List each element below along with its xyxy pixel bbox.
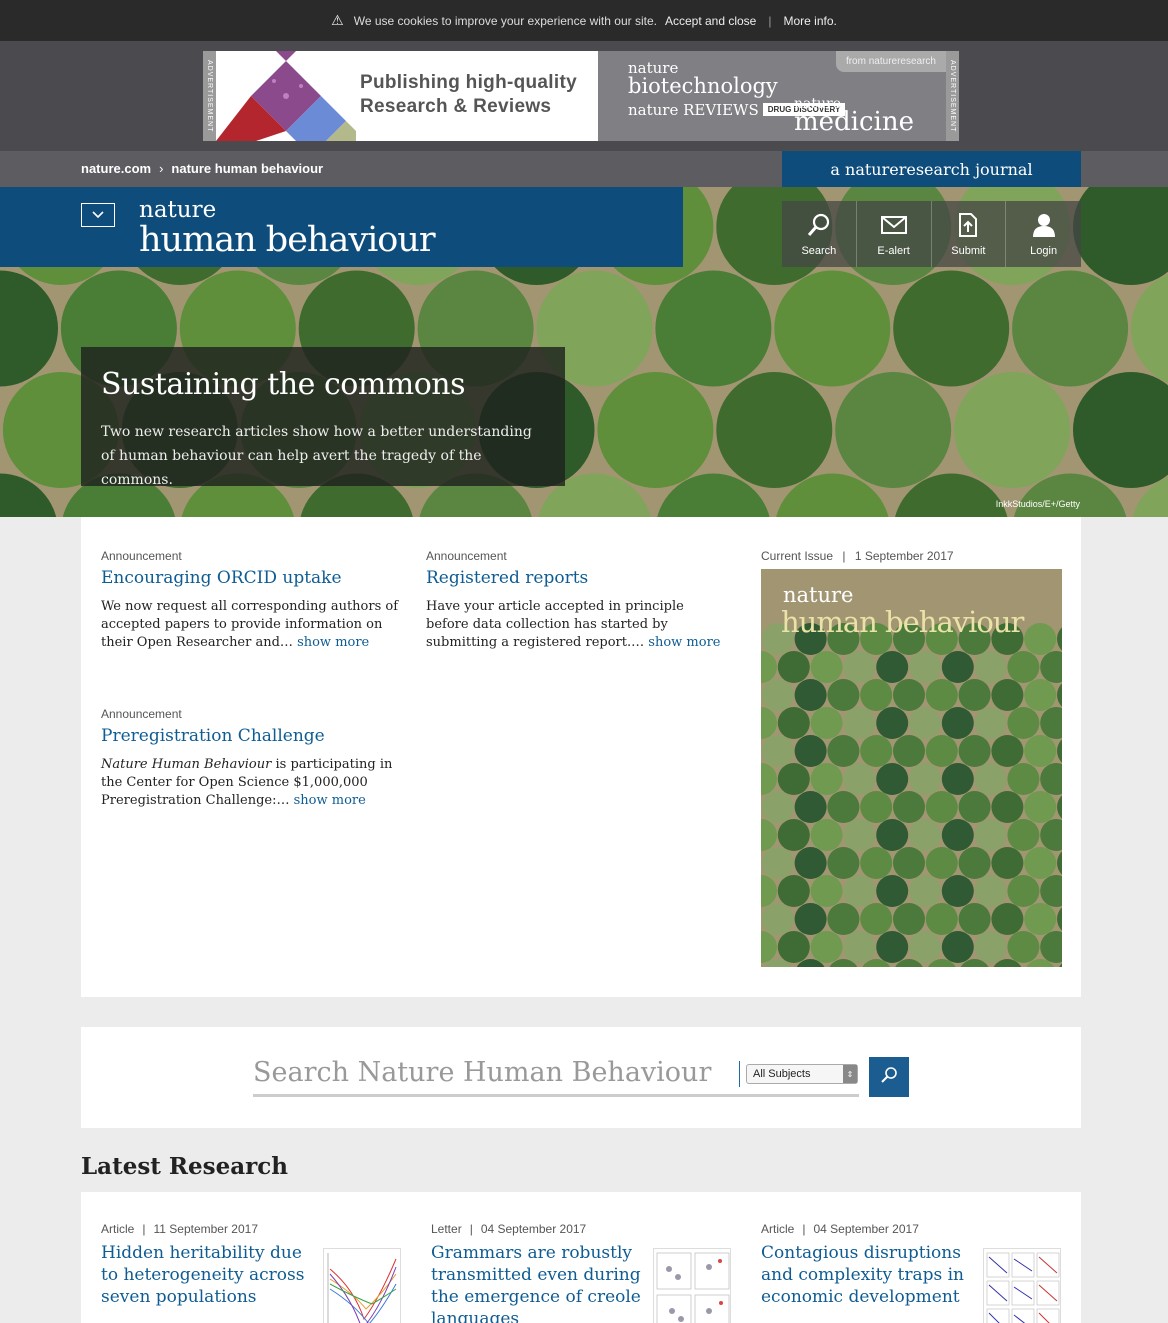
- breadcrumb-current[interactable]: nature human behaviour: [171, 161, 323, 176]
- research-card: Article | 04 September 2017 Contagious dis…: [761, 1222, 1061, 1323]
- ad-brand-medicine: nature medicine: [794, 96, 915, 137]
- announcement-orcid: Announcement Encouraging ORCID uptake We…: [101, 549, 401, 652]
- announcement-kicker: Announcement: [101, 549, 182, 563]
- chevron-down-icon: [92, 208, 104, 222]
- breadcrumb: nature.com › nature human behaviour: [81, 161, 323, 176]
- subject-select[interactable]: All Subjects ⇕: [739, 1061, 859, 1087]
- ad-label-right: ADVERTISEMENT: [946, 51, 959, 141]
- hero-banner: nature human behaviour Search E-alert Su…: [0, 187, 1168, 517]
- accept-cookies-link[interactable]: Accept and close: [665, 14, 756, 28]
- cookie-separator: |: [768, 13, 772, 28]
- cookie-banner: ⚠ We use cookies to improve your experie…: [0, 0, 1168, 41]
- ad-label-left: ADVERTISEMENT: [203, 51, 216, 141]
- research-card-thumbnail[interactable]: [983, 1248, 1061, 1323]
- research-card-title[interactable]: Grammars are robustly transmitted even d…: [431, 1242, 643, 1323]
- announcement-title[interactable]: Registered reports: [426, 568, 726, 588]
- logo-bar: nature human behaviour: [0, 187, 683, 267]
- ad-diamond-graphic: [216, 51, 356, 141]
- research-card-thumbnail[interactable]: [323, 1248, 401, 1323]
- announcement-registered-reports: Announcement Registered reports Have you…: [426, 549, 726, 652]
- current-issue: Current Issue | 1 September 2017 nature …: [761, 549, 1062, 967]
- search-submit-button[interactable]: [869, 1057, 909, 1097]
- ad-left-panel: Publishing high-quality Research & Revie…: [216, 51, 598, 141]
- hero-feature-box[interactable]: Sustaining the commons Two new research …: [81, 347, 565, 488]
- announcement-title[interactable]: Preregistration Challenge: [101, 726, 401, 746]
- announcements-panel: Announcement Encouraging ORCID uptake We…: [81, 517, 1081, 997]
- latest-research-panel: Article | 11 September 2017 Hidden heritab…: [81, 1192, 1081, 1323]
- breadcrumb-bar: nature.com › nature human behaviour a na…: [0, 151, 1168, 187]
- image-credit: InkkStudios/E+/Getty: [995, 499, 1080, 509]
- login-button[interactable]: Login: [1006, 201, 1081, 267]
- current-issue-date: 1 September 2017: [854, 549, 954, 563]
- hero-title[interactable]: Sustaining the commons: [101, 367, 545, 402]
- submit-button[interactable]: Submit: [931, 201, 1007, 267]
- show-more-link[interactable]: show more: [297, 635, 369, 650]
- show-more-link[interactable]: show more: [294, 793, 366, 808]
- breadcrumb-home[interactable]: nature.com: [81, 161, 151, 176]
- journal-logo[interactable]: nature human behaviour: [139, 195, 436, 258]
- envelope-icon: [880, 212, 907, 241]
- chevron-right-icon: ›: [159, 161, 164, 176]
- cookie-message: We use cookies to improve your experienc…: [353, 13, 657, 28]
- current-issue-label: Current Issue | 1 September 2017: [761, 549, 954, 563]
- e-alert-button[interactable]: E-alert: [856, 201, 932, 267]
- ad-from-label: from natureresearch: [835, 51, 946, 72]
- journal-tagline[interactable]: a natureresearch journal: [782, 151, 1081, 187]
- announcement-text: Have your article accepted in principle …: [426, 599, 721, 650]
- announcement-kicker: Announcement: [101, 707, 182, 721]
- ad-brand-biotechnology: nature biotechnology: [628, 59, 778, 98]
- more-info-link[interactable]: More info.: [783, 14, 836, 28]
- warning-icon: ⚠: [331, 12, 344, 28]
- hero-text: Two new research articles show how a bet…: [101, 424, 532, 488]
- announcement-title[interactable]: Encouraging ORCID uptake: [101, 568, 401, 588]
- current-issue-cover[interactable]: nature human behaviour: [761, 569, 1062, 967]
- research-card: Article | 11 September 2017 Hidden heritab…: [101, 1222, 401, 1323]
- research-card-meta: Article | 04 September 2017: [761, 1222, 919, 1236]
- announcement-text: We now request all corresponding authors…: [101, 599, 399, 650]
- research-card-thumbnail[interactable]: [653, 1248, 731, 1323]
- search-panel: Search Nature Human Behaviour All Subjec…: [81, 1027, 1081, 1128]
- search-icon: [880, 1066, 898, 1089]
- research-card-meta: Letter | 04 September 2017: [431, 1222, 587, 1236]
- search-icon: [806, 212, 832, 241]
- show-more-link[interactable]: show more: [648, 635, 720, 650]
- ad-headline: Publishing high-quality Research & Revie…: [360, 72, 577, 117]
- latest-research-heading: Latest Research: [81, 1153, 288, 1180]
- announcement-kicker: Announcement: [426, 549, 507, 563]
- search-button[interactable]: Search: [782, 201, 857, 267]
- advertisement-banner[interactable]: ADVERTISEMENT Publishing high-quality Re…: [203, 51, 959, 141]
- research-card: Letter | 04 September 2017 Grammars are ro…: [431, 1222, 731, 1323]
- advertisement-strip: ADVERTISEMENT Publishing high-quality Re…: [0, 41, 1168, 151]
- research-card-title[interactable]: Contagious disruptions and complexity tr…: [761, 1242, 973, 1308]
- announcement-preregistration: Announcement Preregistration Challenge N…: [101, 707, 401, 810]
- ad-right-panel: from natureresearch nature biotechnology…: [598, 51, 946, 141]
- user-icon: [1031, 212, 1057, 241]
- upload-icon: [955, 212, 981, 241]
- select-arrows-icon: ⇕: [843, 1065, 857, 1083]
- research-card-meta: Article | 11 September 2017: [101, 1222, 258, 1236]
- research-card-title[interactable]: Hidden heritability due to heterogeneity…: [101, 1242, 313, 1308]
- announcement-text: Nature Human Behaviour is participating …: [101, 757, 393, 808]
- menu-toggle-button[interactable]: [81, 203, 115, 227]
- toolbar: Search E-alert Submit Login: [782, 201, 1081, 267]
